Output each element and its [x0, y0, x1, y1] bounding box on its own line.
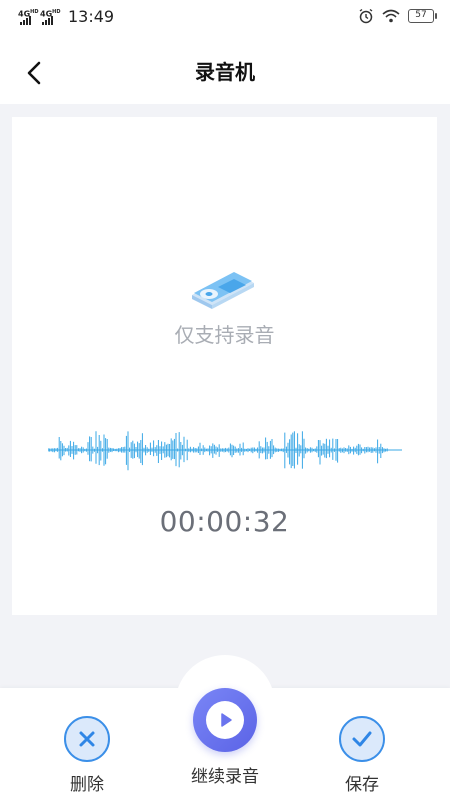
save-button[interactable]: 保存 [337, 716, 387, 795]
delete-circle[interactable] [64, 716, 110, 762]
page-title: 录音机 [195, 60, 255, 84]
alarm-icon [359, 8, 373, 24]
recording-card: 仅支持录音 00:00:32 [12, 117, 437, 615]
signal-icon: 4GHD [18, 8, 39, 26]
save-label: 保存 [345, 775, 379, 795]
title-bar: 录音机 [0, 34, 450, 104]
audio-waveform [48, 431, 402, 471]
media-player-icon [192, 272, 254, 309]
status-right: 57 [358, 8, 437, 24]
checkmark-icon [352, 731, 372, 747]
battery-icon: 57 [408, 9, 437, 23]
battery-level: 57 [415, 10, 427, 20]
recording-timer: 00:00:32 [159, 505, 290, 538]
network-hd-1: HD [30, 8, 39, 15]
delete-label: 删除 [70, 775, 104, 795]
continue-label: 继续录音 [191, 767, 259, 787]
delete-button[interactable]: 删除 [62, 716, 112, 795]
network-hd-2: HD [52, 8, 61, 15]
continue-recording-button[interactable]: 继续录音 [175, 688, 275, 787]
play-button-inner [206, 701, 244, 739]
status-left: 4GHD 4GHD 13:49 [18, 7, 114, 26]
status-bar: 4GHD 4GHD 13:49 57 [0, 0, 450, 34]
close-icon [79, 731, 95, 747]
recorder-screen: 4GHD 4GHD 13:49 57 录音机 仅支持录音 00:00:32 删除… [0, 0, 450, 800]
play-icon [221, 713, 232, 727]
wifi-icon [382, 9, 400, 23]
hint-text: 仅支持录音 [174, 323, 275, 347]
status-time: 13:49 [68, 7, 115, 26]
save-circle[interactable] [339, 716, 385, 762]
play-button[interactable] [193, 688, 257, 752]
signal-icon: 4GHD [40, 8, 61, 26]
